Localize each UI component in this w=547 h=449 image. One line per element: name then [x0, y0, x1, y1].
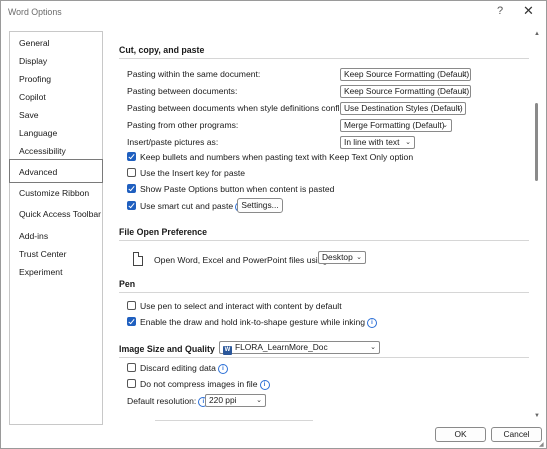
keep-bullets-checkbox[interactable]: [127, 152, 136, 161]
discard-editing-data-label-wrap: Discard editing data i: [140, 362, 228, 374]
nav-item-save[interactable]: Save: [10, 106, 102, 124]
chevron-down-icon: ⌄: [456, 105, 462, 112]
paste-same-doc-value: Keep Source Formatting (Default): [344, 69, 470, 79]
info-icon[interactable]: i: [367, 318, 378, 328]
default-resolution-value: 220 ppi: [209, 395, 237, 405]
smart-cut-paste-checkbox[interactable]: [127, 201, 136, 210]
paste-same-doc-dropdown[interactable]: Keep Source Formatting (Default) ⌄: [340, 68, 471, 81]
paste-style-conflict-value: Use Destination Styles (Default): [344, 103, 463, 113]
show-paste-options-label: Show Paste Options button when content i…: [140, 184, 335, 194]
ink-to-shape-label: Enable the draw and hold ink-to-shape ge…: [140, 317, 366, 327]
insert-pictures-label: Insert/paste pictures as:: [127, 137, 219, 147]
options-content: Cut, copy, and paste Pasting within the …: [109, 31, 529, 423]
paste-between-docs-label: Pasting between documents:: [127, 86, 238, 96]
chevron-down-icon: ⌄: [405, 139, 411, 146]
section-divider: [155, 420, 313, 421]
nav-item-experiment[interactable]: Experiment: [10, 263, 102, 281]
nav-item-trust-center[interactable]: Trust Center: [10, 245, 102, 263]
insert-key-paste-label: Use the Insert key for paste: [140, 168, 246, 178]
default-resolution-label-wrap: Default resolution: i: [127, 396, 209, 407]
pen-interact-label: Use pen to select and interact with cont…: [140, 301, 342, 311]
insert-pictures-dropdown[interactable]: In line with text ⌄: [340, 136, 415, 149]
smart-cut-paste-settings-button[interactable]: Settings...: [237, 198, 283, 213]
info-icon[interactable]: i: [217, 364, 228, 374]
keep-bullets-label: Keep bullets and numbers when pasting te…: [140, 152, 414, 162]
close-icon[interactable]: ✕: [523, 3, 534, 19]
default-resolution-dropdown[interactable]: 220 ppi ⌄: [205, 394, 266, 407]
ink-to-shape-checkbox[interactable]: [127, 317, 136, 326]
chevron-down-icon: ⌄: [442, 122, 448, 129]
nav-item-copilot[interactable]: Copilot: [10, 88, 102, 106]
smart-cut-paste-label: Use smart cut and paste: [140, 201, 234, 211]
file-open-dropdown[interactable]: Desktop ⌄: [318, 251, 366, 264]
paste-between-docs-value: Keep Source Formatting (Default): [344, 86, 470, 96]
resize-grip-icon[interactable]: ◢: [539, 441, 544, 448]
nav-item-add-ins[interactable]: Add-ins: [10, 227, 102, 245]
file-open-value: Desktop: [322, 252, 353, 262]
chevron-down-icon: ⌄: [461, 71, 467, 78]
discard-editing-data-checkbox[interactable]: [127, 363, 136, 372]
ok-button[interactable]: OK: [435, 427, 486, 442]
no-compress-images-checkbox[interactable]: [127, 379, 136, 388]
section-divider: [119, 240, 529, 241]
nav-item-advanced[interactable]: Advanced: [9, 159, 103, 183]
file-open-label: Open Word, Excel and PowerPoint files us…: [154, 255, 330, 265]
scroll-up-icon[interactable]: ▲: [534, 31, 540, 37]
section-image-quality-heading: Image Size and Quality: [119, 344, 215, 354]
nav-item-customize-ribbon[interactable]: Customize Ribbon: [10, 184, 102, 202]
section-divider: [119, 357, 529, 358]
section-divider: [119, 292, 529, 293]
nav-item-accessibility[interactable]: Accessibility: [10, 142, 102, 160]
content-scrollbar[interactable]: ▲ ▼: [532, 31, 542, 423]
image-document-dropdown[interactable]: W FLORA_LearnMore_Doc ⌄: [219, 341, 380, 355]
insert-pictures-value: In line with text: [344, 137, 400, 147]
pen-interact-checkbox[interactable]: [127, 301, 136, 310]
paste-other-programs-dropdown[interactable]: Merge Formatting (Default) ⌄: [340, 119, 452, 132]
help-icon[interactable]: ?: [497, 5, 503, 17]
word-options-dialog: Word Options ? ✕ General Display Proofin…: [0, 0, 547, 449]
window-title: Word Options: [8, 7, 62, 17]
document-icon: [133, 252, 143, 266]
paste-other-programs-value: Merge Formatting (Default): [344, 120, 445, 130]
paste-same-doc-label: Pasting within the same document:: [127, 69, 261, 79]
section-pen-heading: Pen: [119, 279, 136, 289]
scrollbar-thumb[interactable]: [535, 103, 538, 181]
paste-other-programs-label: Pasting from other programs:: [127, 120, 239, 130]
nav-item-quick-access-toolbar[interactable]: Quick Access Toolbar: [10, 205, 102, 223]
show-paste-options-checkbox[interactable]: [127, 184, 136, 193]
scroll-down-icon[interactable]: ▼: [534, 413, 540, 419]
chevron-down-icon: ⌄: [370, 344, 376, 351]
paste-style-conflict-label: Pasting between documents when style def…: [127, 103, 351, 113]
paste-style-conflict-dropdown[interactable]: Use Destination Styles (Default) ⌄: [340, 102, 466, 115]
no-compress-images-label-wrap: Do not compress images in file i: [140, 378, 270, 390]
chevron-down-icon: ⌄: [461, 88, 467, 95]
section-cut-copy-paste-heading: Cut, copy, and paste: [119, 45, 205, 55]
section-divider: [119, 58, 529, 59]
default-resolution-label: Default resolution:: [127, 396, 197, 406]
info-icon[interactable]: i: [259, 380, 270, 390]
title-bar: Word Options ? ✕: [1, 1, 546, 25]
chevron-down-icon: ⌄: [356, 254, 362, 261]
no-compress-images-label: Do not compress images in file: [140, 379, 258, 389]
nav-item-display[interactable]: Display: [10, 52, 102, 70]
chevron-down-icon: ⌄: [256, 397, 262, 404]
paste-between-docs-dropdown[interactable]: Keep Source Formatting (Default) ⌄: [340, 85, 471, 98]
smart-cut-paste-label-wrap: Use smart cut and pastei: [140, 200, 246, 212]
nav-item-general[interactable]: General: [10, 34, 102, 52]
discard-editing-data-label: Discard editing data: [140, 363, 216, 373]
image-document-value: FLORA_LearnMore_Doc: [235, 342, 328, 352]
section-file-open-heading: File Open Preference: [119, 227, 208, 237]
options-nav: General Display Proofing Copilot Save La…: [9, 31, 103, 425]
ink-to-shape-label-wrap: Enable the draw and hold ink-to-shape ge…: [140, 316, 378, 328]
nav-item-proofing[interactable]: Proofing: [10, 70, 102, 88]
cancel-button[interactable]: Cancel: [491, 427, 542, 442]
word-document-icon: W: [223, 346, 232, 355]
nav-item-language[interactable]: Language: [10, 124, 102, 142]
insert-key-paste-checkbox[interactable]: [127, 168, 136, 177]
